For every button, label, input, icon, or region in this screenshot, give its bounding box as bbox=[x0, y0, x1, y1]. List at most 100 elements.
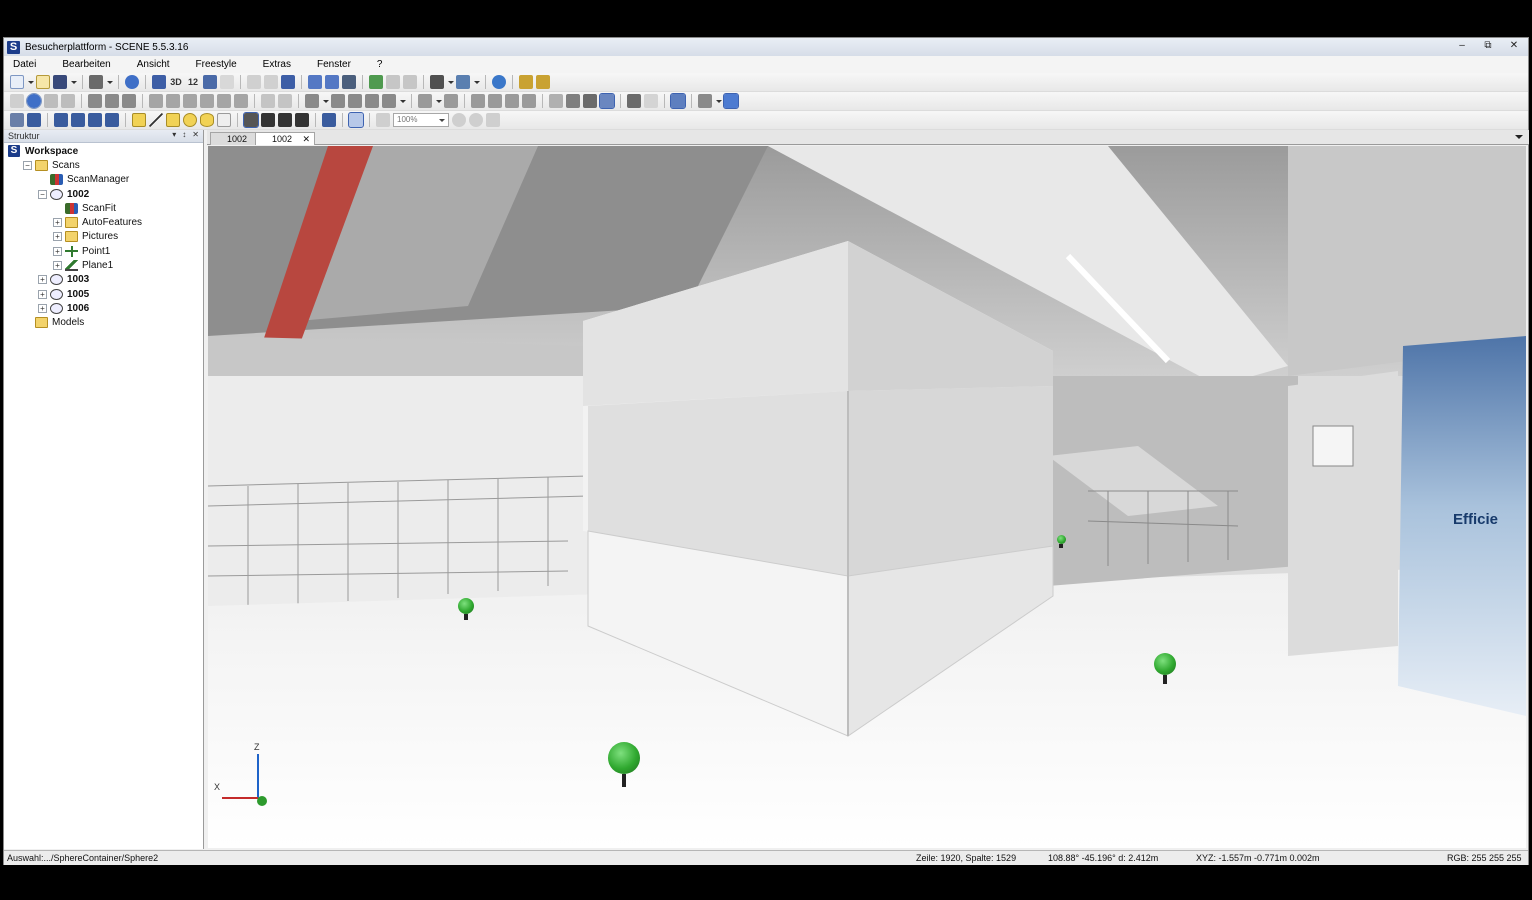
brush-icon[interactable] bbox=[522, 94, 536, 108]
tree-item-point1[interactable]: + Point1 bbox=[4, 244, 203, 258]
cloud-disabled-icon[interactable] bbox=[386, 75, 400, 89]
grey-tool-icon[interactable] bbox=[44, 94, 58, 108]
restore-button[interactable]: ⧉ bbox=[1482, 40, 1494, 52]
cube-left-icon[interactable] bbox=[183, 94, 197, 108]
open-folder-icon[interactable] bbox=[36, 75, 50, 89]
cube-right-icon[interactable] bbox=[200, 94, 214, 108]
cube-top-icon[interactable] bbox=[217, 94, 231, 108]
selection-mode-icon[interactable] bbox=[243, 112, 259, 128]
flag-icon[interactable] bbox=[505, 94, 519, 108]
targets-icon[interactable] bbox=[519, 75, 533, 89]
view-list-icon[interactable] bbox=[152, 75, 166, 89]
tables-icon[interactable] bbox=[536, 75, 550, 89]
import-icon[interactable] bbox=[281, 75, 295, 89]
tree-item-scanfit[interactable]: ScanFit bbox=[4, 201, 203, 215]
view-2d-icon[interactable]: 12 bbox=[186, 77, 200, 87]
polygon-icon[interactable] bbox=[166, 113, 180, 127]
disabled-tool-icon[interactable] bbox=[264, 75, 278, 89]
ellipse-icon[interactable] bbox=[200, 113, 214, 127]
expand-icon[interactable]: + bbox=[53, 232, 62, 242]
dots-view-icon[interactable] bbox=[549, 94, 563, 108]
grey-tool-icon[interactable] bbox=[61, 94, 75, 108]
collapse-icon[interactable]: − bbox=[23, 160, 32, 170]
camera-dropdown-icon[interactable] bbox=[447, 75, 454, 89]
tree-item-1005[interactable]: +1005 bbox=[4, 287, 203, 301]
pan-icon[interactable] bbox=[278, 94, 292, 108]
tree-item-pictures[interactable]: + Pictures bbox=[4, 230, 203, 244]
sphere-target-3[interactable] bbox=[608, 742, 640, 774]
tree-item-1002[interactable]: − 1002 bbox=[4, 187, 203, 201]
hand-select-icon[interactable] bbox=[71, 113, 85, 127]
zoom-level-select[interactable]: 100% bbox=[393, 113, 449, 127]
place-scans-icon[interactable] bbox=[325, 75, 339, 89]
eraser-icon[interactable] bbox=[217, 113, 231, 127]
zoom-fit-icon[interactable] bbox=[486, 113, 500, 127]
expand-icon[interactable]: + bbox=[38, 275, 47, 285]
table-icon[interactable] bbox=[627, 94, 641, 108]
new-dropdown-icon[interactable] bbox=[27, 75, 34, 89]
measure-selected-icon[interactable] bbox=[670, 93, 686, 109]
selection-intersect-icon[interactable] bbox=[295, 113, 309, 127]
tab-1002-active[interactable]: 1002 ✕ bbox=[255, 132, 316, 145]
menu-fenster[interactable]: Fenster bbox=[317, 59, 361, 70]
minimize-button[interactable]: – bbox=[1456, 40, 1468, 52]
expand-icon[interactable]: + bbox=[53, 246, 62, 256]
help-icon[interactable] bbox=[125, 75, 139, 89]
globe-icon[interactable] bbox=[492, 75, 506, 89]
menu-bearbeiten[interactable]: Bearbeiten bbox=[62, 59, 120, 70]
view-3d-icon[interactable]: 3D bbox=[169, 77, 183, 87]
panel-menu-icon[interactable]: ▾ bbox=[172, 130, 176, 139]
cube-back-icon[interactable] bbox=[166, 94, 180, 108]
save-icon[interactable] bbox=[53, 75, 67, 89]
box-dropdown-icon[interactable] bbox=[715, 94, 722, 108]
link-icon[interactable] bbox=[348, 112, 364, 128]
sphere-target-1[interactable] bbox=[458, 598, 474, 614]
grid-dense-icon[interactable] bbox=[583, 94, 597, 108]
register-icon[interactable] bbox=[308, 75, 322, 89]
cube-iso-icon[interactable] bbox=[234, 94, 248, 108]
tree-item-1003[interactable]: +1003 bbox=[4, 273, 203, 287]
grid-dropdown-icon[interactable] bbox=[435, 94, 442, 108]
line-icon[interactable] bbox=[149, 113, 163, 127]
panel-pin-icon[interactable]: ↕ bbox=[182, 130, 186, 139]
save-dropdown-icon[interactable] bbox=[70, 75, 77, 89]
new-document-icon[interactable] bbox=[10, 75, 24, 89]
tree-item-scanmanager[interactable]: ScanManager bbox=[4, 173, 203, 187]
disabled-tool-icon[interactable] bbox=[247, 75, 261, 89]
zoom-extents-icon[interactable] bbox=[261, 94, 275, 108]
expand-icon[interactable]: + bbox=[38, 303, 47, 313]
menu-freestyle[interactable]: Freestyle bbox=[196, 59, 247, 70]
export-icon[interactable] bbox=[444, 94, 458, 108]
disabled-table-icon[interactable] bbox=[644, 94, 658, 108]
hand-move-icon[interactable] bbox=[88, 113, 102, 127]
selection-add-icon[interactable] bbox=[261, 113, 275, 127]
expand-icon[interactable]: + bbox=[53, 261, 62, 271]
move-icon[interactable] bbox=[105, 94, 119, 108]
flag-icon[interactable] bbox=[488, 94, 502, 108]
collapse-icon[interactable]: − bbox=[38, 189, 47, 199]
tree-item-plane1[interactable]: + Plane1 bbox=[4, 258, 203, 272]
zoom-out-icon[interactable] bbox=[469, 113, 483, 127]
flag-icon[interactable] bbox=[471, 94, 485, 108]
selection-subtract-icon[interactable] bbox=[278, 113, 292, 127]
print-dropdown-icon[interactable] bbox=[106, 75, 113, 89]
cube-front-icon[interactable] bbox=[149, 94, 163, 108]
menu-extras[interactable]: Extras bbox=[263, 59, 301, 70]
snapshot-icon[interactable] bbox=[456, 75, 470, 89]
scan-3d-viewport[interactable]: Efficie Z X bbox=[208, 146, 1526, 848]
tag-icon[interactable] bbox=[305, 94, 319, 108]
rotate-icon[interactable] bbox=[122, 94, 136, 108]
menu-ansicht[interactable]: Ansicht bbox=[137, 59, 180, 70]
tree-item-scans[interactable]: − Scans bbox=[4, 158, 203, 172]
disabled-tool-icon[interactable] bbox=[220, 75, 234, 89]
grid-view-icon[interactable] bbox=[566, 94, 580, 108]
menu-datei[interactable]: Datei bbox=[13, 59, 46, 70]
panel-close-icon[interactable]: ✕ bbox=[192, 130, 199, 139]
cloud-upload-icon[interactable] bbox=[369, 75, 383, 89]
sphere-tool-icon[interactable] bbox=[348, 94, 362, 108]
select-disabled-icon[interactable] bbox=[10, 94, 24, 108]
zoom-frame-icon[interactable] bbox=[376, 113, 390, 127]
camera-icon[interactable] bbox=[430, 75, 444, 89]
tree-item-autofeatures[interactable]: + AutoFeatures bbox=[4, 215, 203, 229]
expand-icon[interactable]: + bbox=[53, 218, 62, 228]
